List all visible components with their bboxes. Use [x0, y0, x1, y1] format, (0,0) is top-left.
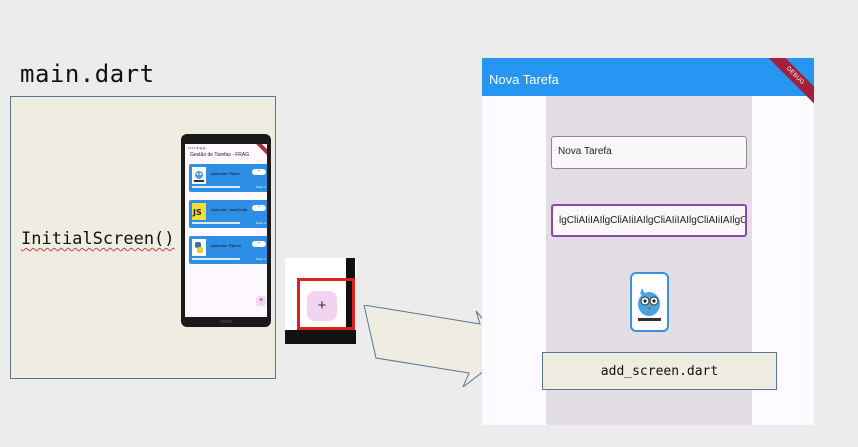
phone-app-title: Gestão de Tarefas - FRAG	[190, 152, 250, 158]
image-url-field[interactable]: lgCliAIiIAIlgCliAIiIAIlgCliAIiIAIlgCliAI…	[551, 204, 747, 237]
add-screen-file-label: add_screen.dart	[542, 352, 777, 390]
main-file-title: main.dart	[20, 60, 155, 88]
phone-home-bar	[220, 320, 232, 323]
phone-debug-ribbon	[254, 144, 267, 157]
highlight-frame	[297, 278, 355, 330]
task-card-flutter: Aprender Flutter ⌃ Nível: 0	[189, 164, 267, 192]
image-preview	[630, 272, 669, 332]
python-logo-icon	[192, 239, 206, 256]
progress-bar	[192, 186, 240, 188]
task-name: Aprender Python	[211, 243, 242, 248]
task-name-field[interactable]: Nova Tarefa	[551, 136, 747, 169]
level-up-button[interactable]: ⌃	[252, 169, 266, 175]
crop-bottom-edge	[285, 330, 356, 344]
progress-bar	[192, 258, 240, 260]
phone-screen: 11:17 ⊕ ◍ ◍ Gestão de Tarefas - FRAG Apr…	[185, 144, 267, 317]
level-up-button[interactable]: ⌃	[252, 205, 266, 211]
task-level: Nível: 0	[255, 257, 266, 261]
initial-screen-label: InitialScreen()	[21, 229, 175, 249]
debug-banner: DEBUG	[761, 58, 814, 110]
app-bar: Nova Tarefa DEBUG	[482, 58, 814, 110]
javascript-logo-icon: JS	[192, 203, 206, 220]
svg-text:JS: JS	[192, 208, 202, 217]
dash-mascot-icon	[192, 167, 206, 184]
task-name: Aprender Flutter	[211, 171, 240, 176]
app-bar-title: Nova Tarefa	[489, 72, 559, 87]
dash-mascot-icon	[638, 288, 661, 321]
phone-mockup: 11:17 ⊕ ◍ ◍ Gestão de Tarefas - FRAG Apr…	[181, 134, 271, 327]
progress-bar	[192, 222, 240, 224]
level-up-button[interactable]: ⌃	[252, 241, 266, 247]
task-card-python: Aprender Python ⌃ Nível: 0	[189, 236, 267, 264]
task-name: Aprender JavaScript	[211, 207, 248, 212]
add-task-fab[interactable]: +	[256, 296, 266, 306]
task-level: Nível: 0	[255, 221, 266, 225]
task-card-javascript: JS Aprender JavaScript ⌃ Nível: 0	[189, 200, 267, 228]
task-level: Nível: 0	[255, 185, 266, 189]
phone-status-bar: 11:17 ⊕ ◍ ◍	[188, 146, 206, 150]
